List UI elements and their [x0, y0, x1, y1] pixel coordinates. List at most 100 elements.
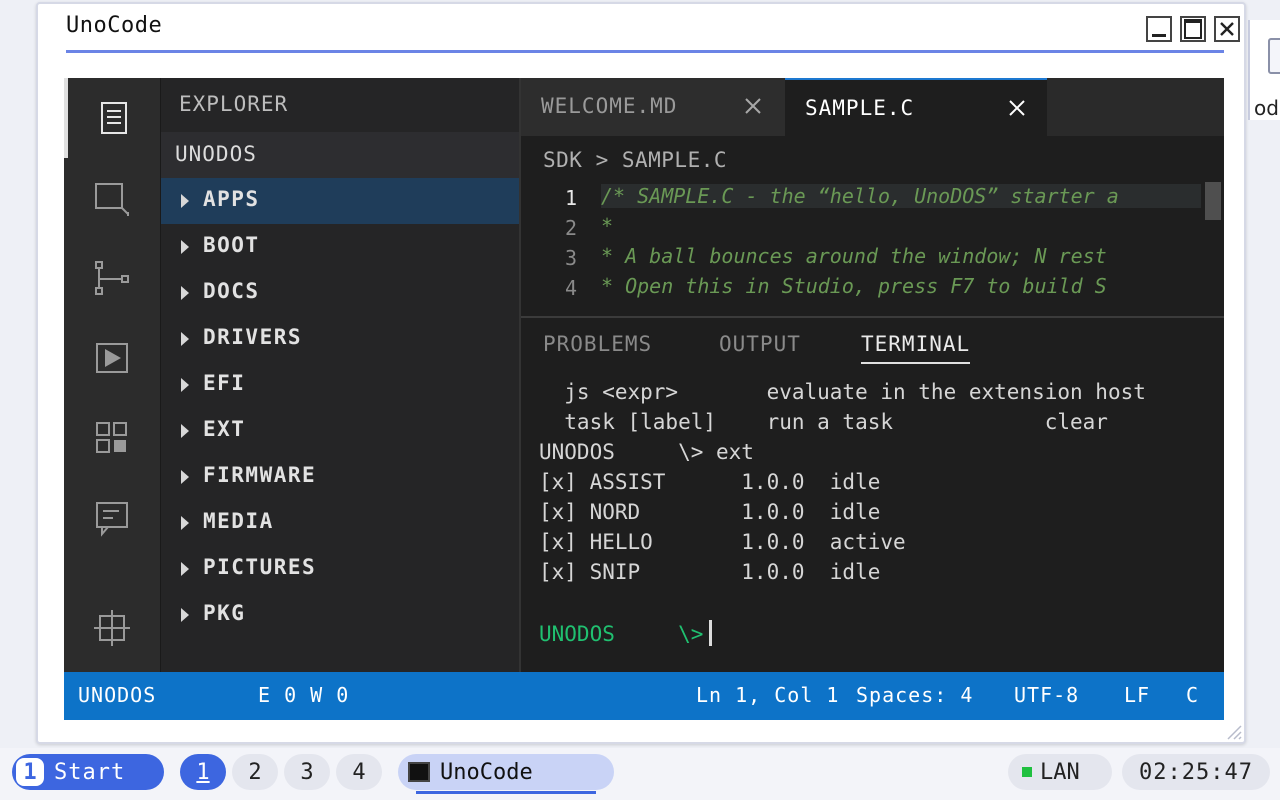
tab-output[interactable]: OUTPUT [719, 332, 801, 356]
minimize-button[interactable] [1146, 16, 1172, 42]
maximize-button[interactable] [1180, 16, 1206, 42]
line-number: 3 [564, 246, 577, 270]
explorer-title: EXPLORER [179, 92, 289, 116]
status-eol[interactable]: LF [1124, 683, 1150, 707]
chevron-right-icon [181, 240, 189, 254]
chevron-right-icon [181, 608, 189, 622]
chevron-right-icon [181, 424, 189, 438]
extensions-icon [96, 422, 127, 453]
status-workspace[interactable]: UNODOS [78, 683, 156, 707]
chevron-right-icon [181, 378, 189, 392]
tab-sample-c[interactable]: SAMPLE.C [785, 78, 1047, 136]
run-activity-button[interactable] [64, 318, 160, 398]
code-line: 1 /* SAMPLE.C - the “hello, UnoDOS” start… [521, 182, 1224, 212]
line-text: * A ball bounces around the window; N re… [601, 244, 1107, 268]
taskbar-app-unocode[interactable]: UnoCode [398, 754, 614, 794]
chevron-right-icon [181, 286, 189, 300]
background-window-text: od [1254, 96, 1279, 120]
terminal-cursor [709, 620, 713, 646]
terminal-line: [x] NORD 1.0.0 idle [539, 500, 881, 524]
code-view[interactable]: 1 /* SAMPLE.C - the “hello, UnoDOS” start… [521, 182, 1224, 312]
tab-terminal[interactable]: TERMINAL [861, 332, 971, 364]
terminal-prompt-line[interactable]: UNODOS \> [539, 620, 1219, 650]
status-position[interactable]: Ln 1, Col 1 [696, 683, 839, 707]
close-icon [1220, 22, 1234, 36]
terminal-output[interactable]: js <expr> evaluate in the extension host… [539, 380, 1219, 650]
folder-item-ext[interactable]: EXT [161, 408, 519, 454]
unocode-window: UnoCode EXPLORER UNODOS APPS BOOT DOCS D… [36, 2, 1246, 744]
tab-problems[interactable]: PROBLEMS [543, 332, 652, 356]
terminal-prompt: UNODOS \> [539, 622, 704, 646]
workspace-3-button[interactable]: 3 [284, 754, 330, 790]
code-line: 2 * [521, 212, 1224, 242]
folder-item-efi[interactable]: EFI [161, 362, 519, 408]
code-line: 3 * A ball bounces around the window; N … [521, 242, 1224, 272]
line-text: /* SAMPLE.C - the “hello, UnoDOS” starte… [601, 184, 1201, 208]
terminal-line: [x] SNIP 1.0.0 idle [539, 560, 881, 584]
explorer-root-folder[interactable]: UNODOS [161, 132, 519, 178]
chevron-right-icon [181, 562, 189, 576]
explorer-sidebar: EXPLORER UNODOS APPS BOOT DOCS DRIVERS E… [160, 78, 519, 672]
workspace-1-button[interactable]: 1 [180, 754, 226, 790]
close-button[interactable] [1214, 16, 1240, 42]
close-icon[interactable] [743, 96, 763, 116]
source-control-activity-button[interactable] [64, 238, 160, 318]
explorer-activity-button[interactable] [64, 78, 160, 158]
folder-item-media[interactable]: MEDIA [161, 500, 519, 546]
terminal-line: UNODOS \> ext [539, 440, 754, 464]
extensions-activity-button[interactable] [64, 398, 160, 478]
settings-activity-button[interactable] [64, 588, 160, 668]
editor-scrollbar[interactable] [1205, 182, 1221, 220]
run-icon [96, 343, 128, 373]
source-control-icon [95, 261, 129, 295]
terminal-line: [x] ASSIST 1.0.0 idle [539, 470, 881, 494]
start-button[interactable]: 1 Start [12, 754, 164, 790]
network-status[interactable]: LAN [1008, 754, 1112, 790]
root-folder-label: UNODOS [175, 142, 257, 166]
folder-tree: APPS BOOT DOCS DRIVERS EFI EXT FIRMWARE … [161, 178, 519, 638]
tab-label: SAMPLE.C [805, 96, 915, 120]
folder-item-docs[interactable]: DOCS [161, 270, 519, 316]
line-text: * [601, 214, 614, 238]
chat-activity-button[interactable] [64, 478, 160, 558]
terminal-line: [x] HELLO 1.0.0 active [539, 530, 906, 554]
resize-grip-icon[interactable] [1224, 722, 1242, 740]
title-bar[interactable]: UnoCode [38, 4, 1244, 50]
taskbar: 1 Start 1 2 3 4 UnoCode LAN 02:25:47 [0, 748, 1280, 800]
status-language[interactable]: C [1186, 683, 1199, 707]
line-text: * Open this in Studio, press F7 to build… [601, 274, 1107, 298]
close-icon[interactable] [1007, 98, 1027, 118]
status-problems[interactable]: E 0 W 0 [258, 683, 349, 707]
clock[interactable]: 02:25:47 [1122, 754, 1270, 790]
activity-bar [64, 78, 160, 672]
folder-item-apps[interactable]: APPS [161, 178, 519, 224]
network-label: LAN [1040, 759, 1080, 785]
status-indent[interactable]: Spaces: 4 [856, 683, 973, 707]
folder-item-pictures[interactable]: PICTURES [161, 546, 519, 592]
line-number: 2 [564, 216, 577, 240]
terminal-app-icon [408, 762, 430, 782]
workspace-2-button[interactable]: 2 [232, 754, 278, 790]
chat-icon [96, 502, 128, 537]
files-icon [101, 102, 127, 134]
breadcrumb[interactable]: SDK > SAMPLE.C [543, 148, 727, 172]
code-line: 4 * Open this in Studio, press F7 to bui… [521, 272, 1224, 302]
start-label: Start [54, 759, 126, 785]
taskbar-app-label: UnoCode [440, 759, 533, 785]
chevron-right-icon [181, 516, 189, 530]
background-window[interactable]: od [1248, 20, 1280, 120]
title-underline [66, 50, 1224, 53]
editor-tabs: WELCOME.MD SAMPLE.C [521, 78, 1224, 136]
tab-label: WELCOME.MD [541, 94, 678, 118]
folder-item-boot[interactable]: BOOT [161, 224, 519, 270]
folder-item-firmware[interactable]: FIRMWARE [161, 454, 519, 500]
terminal-line: js <expr> evaluate in the extension host [539, 380, 1146, 404]
file-icon [1268, 38, 1280, 74]
workspace-4-button[interactable]: 4 [336, 754, 382, 790]
folder-item-pkg[interactable]: PKG [161, 592, 519, 638]
status-encoding[interactable]: UTF-8 [1014, 683, 1079, 707]
tab-welcome-md[interactable]: WELCOME.MD [521, 78, 785, 136]
search-activity-button[interactable] [64, 158, 160, 238]
folder-item-drivers[interactable]: DRIVERS [161, 316, 519, 362]
